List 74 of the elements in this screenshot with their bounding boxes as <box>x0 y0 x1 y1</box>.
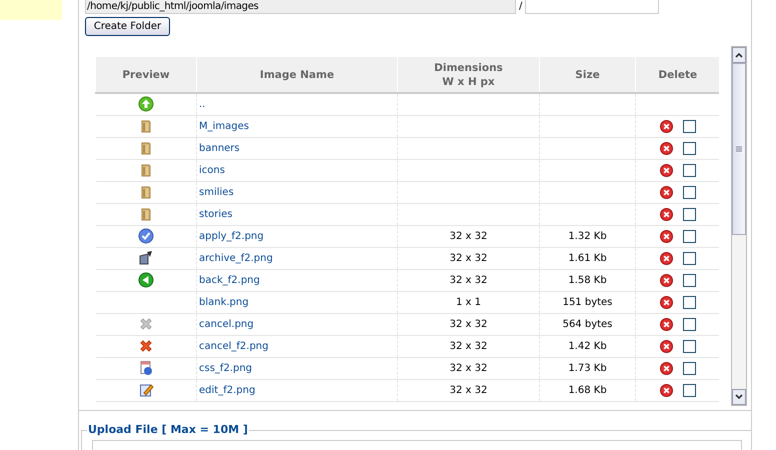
delete-checkbox[interactable] <box>682 208 696 220</box>
path-separator: / <box>519 0 522 13</box>
dimensions-text: 32 x 32 <box>450 318 488 330</box>
delete-icon[interactable] <box>660 120 673 132</box>
file-name-link[interactable]: cancel.png <box>199 318 254 330</box>
delete-icon[interactable] <box>660 296 673 308</box>
delete-icon[interactable] <box>660 208 673 220</box>
column-header: Image Name <box>196 57 398 93</box>
dimensions-text: 32 x 32 <box>450 274 488 286</box>
scrollbar-thumb[interactable] <box>732 63 746 235</box>
dimensions-text: 32 x 32 <box>450 384 488 396</box>
delete-checkbox[interactable] <box>682 362 696 374</box>
size-text: 1.68 Kb <box>568 384 607 396</box>
size-text: 1.61 Kb <box>568 252 607 264</box>
file-name-link[interactable]: M_images <box>199 120 249 132</box>
size-text: 1.42 Kb <box>568 340 607 352</box>
dimensions-text: 1 x 1 <box>456 296 481 308</box>
delete-checkbox[interactable] <box>682 296 696 308</box>
dimensions-text: 32 x 32 <box>450 230 488 242</box>
delete-checkbox[interactable] <box>682 120 696 132</box>
size-text: 564 bytes <box>562 318 612 330</box>
file-name-link[interactable]: archive_f2.png <box>199 252 273 264</box>
highlight-box <box>0 0 62 20</box>
cross-icon <box>138 338 154 354</box>
file-name-link[interactable]: apply_f2.png <box>199 230 264 242</box>
size-text: 151 bytes <box>562 296 612 308</box>
check-icon <box>138 228 154 244</box>
file-name-link[interactable]: smilies <box>199 186 234 198</box>
delete-checkbox[interactable] <box>682 164 696 176</box>
delete-icon[interactable] <box>660 142 673 154</box>
delete-checkbox[interactable] <box>682 186 696 198</box>
file-name-link[interactable]: icons <box>199 164 225 176</box>
edit-document-icon <box>138 382 154 398</box>
dimensions-text: 32 x 32 <box>450 252 488 264</box>
delete-checkbox[interactable] <box>682 384 696 396</box>
delete-checkbox[interactable] <box>682 252 696 264</box>
column-header: Preview <box>96 57 196 93</box>
delete-icon[interactable] <box>660 252 673 264</box>
archive-box-icon <box>138 250 154 266</box>
size-text: 1.58 Kb <box>568 274 607 286</box>
delete-checkbox[interactable] <box>682 274 696 286</box>
cross-icon <box>138 316 154 332</box>
delete-icon[interactable] <box>660 384 673 396</box>
file-name-link[interactable]: blank.png <box>199 296 249 308</box>
delete-checkbox[interactable] <box>682 318 696 330</box>
folder-name-field[interactable] <box>525 0 660 14</box>
delete-checkbox[interactable] <box>682 230 696 242</box>
delete-icon[interactable] <box>660 318 673 330</box>
dimensions-text: 32 x 32 <box>450 340 488 352</box>
column-header: Size <box>540 57 636 93</box>
document-globe-icon <box>138 360 154 376</box>
path-field[interactable]: /home/kj/public_html/joomla/images <box>85 0 516 14</box>
file-name-link[interactable]: banners <box>199 142 240 154</box>
column-header: Delete <box>636 57 719 93</box>
file-name-link[interactable]: back_f2.png <box>199 274 260 286</box>
file-name-link[interactable]: stories <box>199 208 233 220</box>
size-text: 1.73 Kb <box>568 362 607 374</box>
delete-icon[interactable] <box>660 340 673 352</box>
column-header: Dimensions W x H px <box>398 57 540 93</box>
create-folder-button[interactable]: Create Folder <box>85 17 170 36</box>
upload-legend: Upload File [ Max = 10M ] <box>87 423 249 437</box>
dimensions-text: 32 x 32 <box>450 362 488 374</box>
file-name-link[interactable]: css_f2.png <box>199 362 252 374</box>
delete-icon[interactable] <box>660 164 673 176</box>
delete-checkbox[interactable] <box>682 142 696 154</box>
file-name-link[interactable]: cancel_f2.png <box>199 340 268 352</box>
delete-checkbox[interactable] <box>682 340 696 352</box>
delete-icon[interactable] <box>660 274 673 286</box>
delete-icon[interactable] <box>660 230 673 242</box>
file-name-link[interactable]: .. <box>199 98 206 110</box>
delete-icon[interactable] <box>660 362 673 374</box>
delete-icon[interactable] <box>660 186 673 198</box>
file-name-link[interactable]: edit_f2.png <box>199 384 256 396</box>
size-text: 1.32 Kb <box>568 230 607 242</box>
